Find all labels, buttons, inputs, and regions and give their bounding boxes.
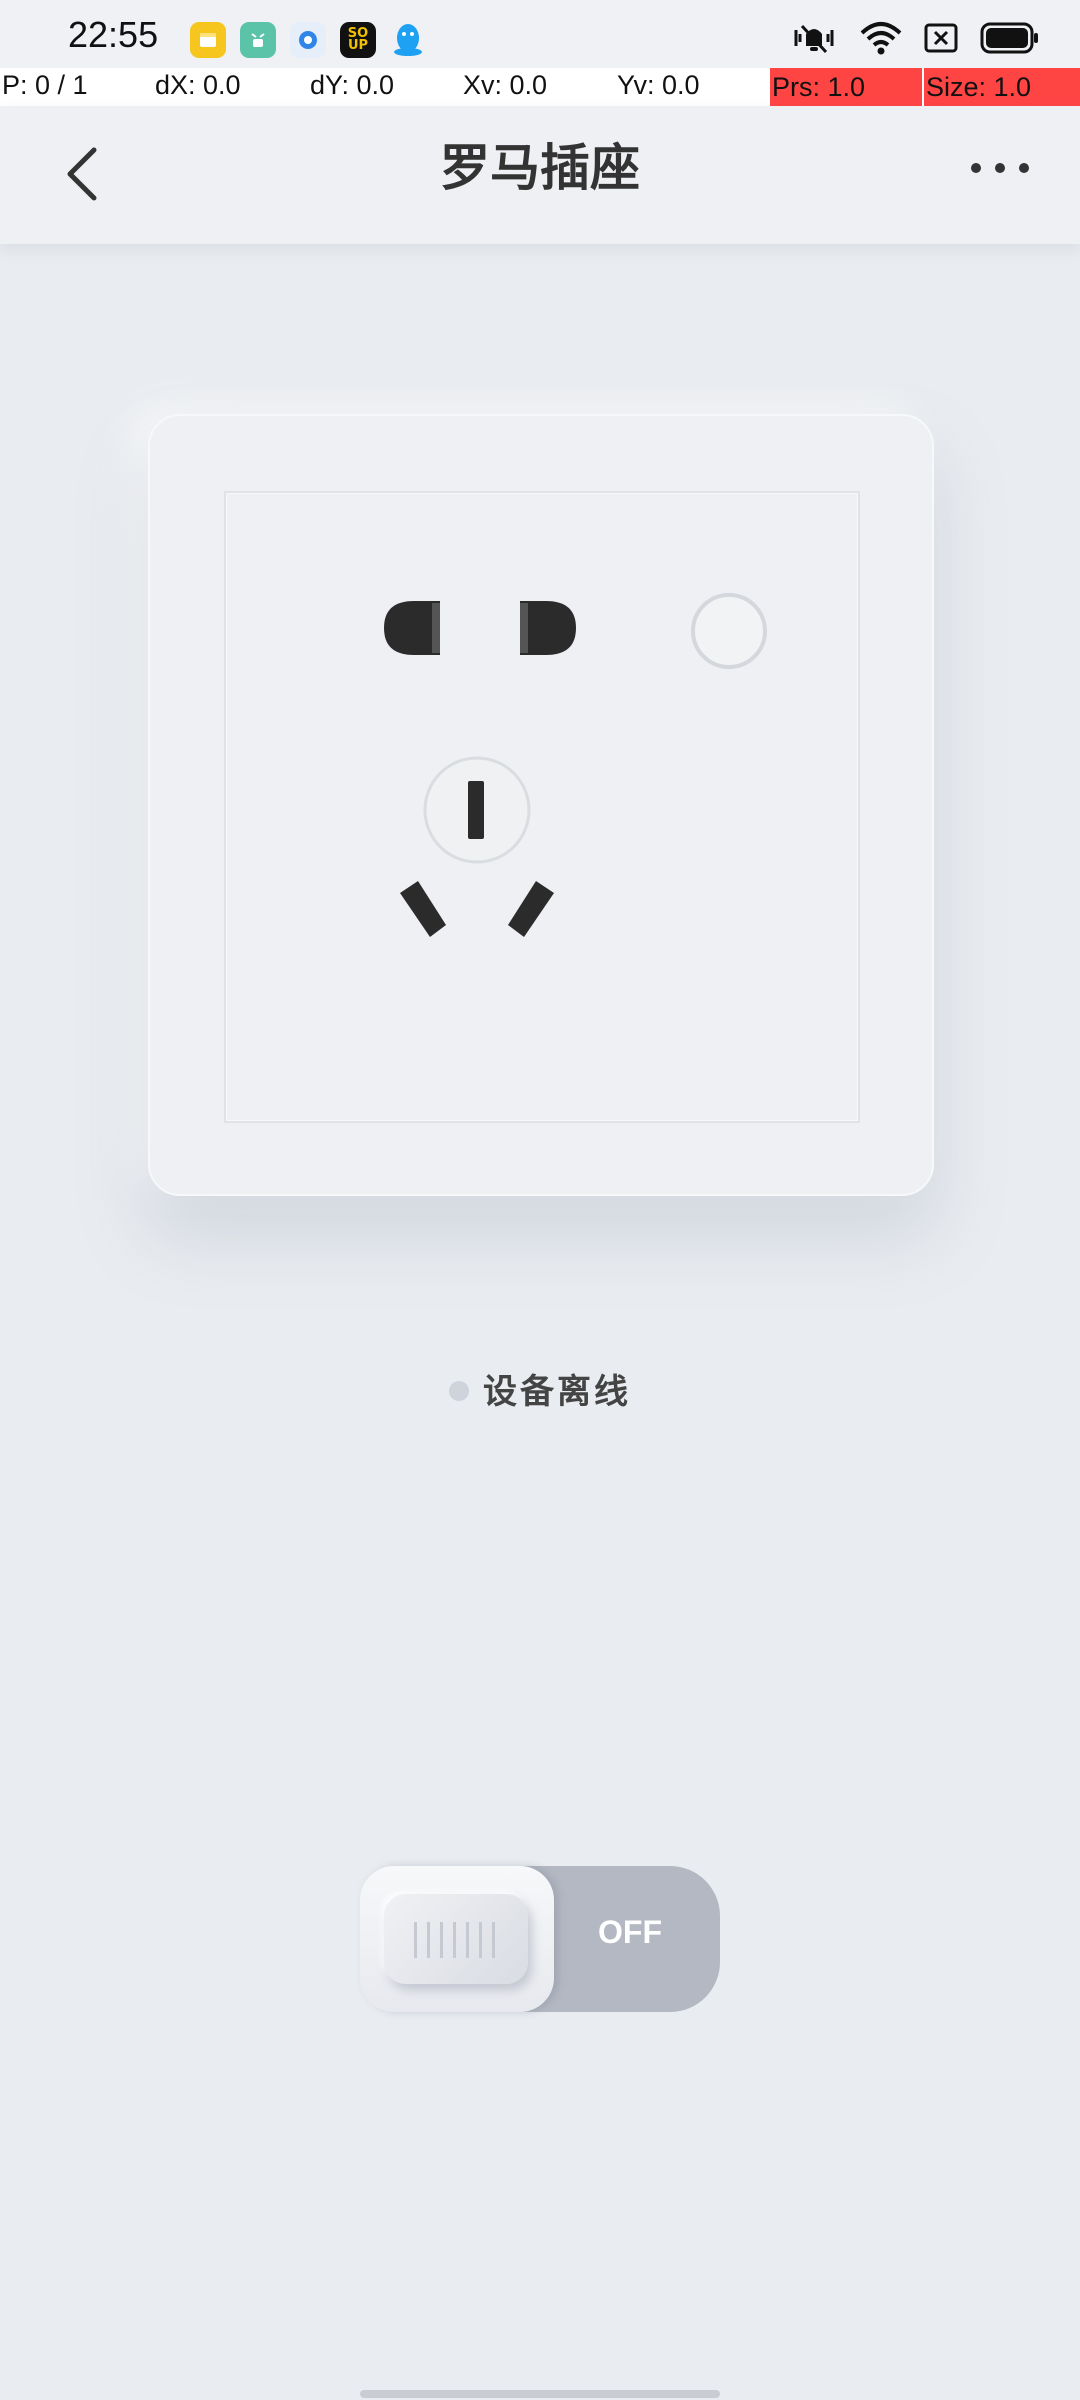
files-icon [190,22,226,58]
notification-app-icons: SO UP [190,22,426,58]
three-pin-outlet [400,756,554,937]
home-indicator[interactable] [360,2390,720,2398]
app-header: 罗马插座 [0,106,1080,244]
battery-icon [980,22,1040,58]
debug-pressure: Prs: 1.0 [770,68,922,106]
qq-penguin-icon [390,22,426,58]
toggle-state-label: OFF [598,1914,662,1950]
pointer-debug-overlay: P: 0 / 1 dX: 0.0 dY: 0.0 Xv: 0.0 Yv: 0.0… [0,68,1080,106]
debug-dy: dY: 0.0 [310,70,395,100]
status-time: 22:55 [68,14,159,55]
device-status-text: 设备离线 [483,1372,631,1412]
vibrate-mute-icon [790,20,838,60]
more-horizontal-icon [971,163,1029,173]
page-title: 罗马插座 [440,139,640,197]
power-toggle[interactable]: OFF [360,1866,720,2012]
debug-pointer: P: 0 / 1 [2,70,88,100]
indicator-light [691,593,767,669]
debug-xv: Xv: 0.0 [463,70,548,100]
toggle-knob[interactable] [360,1866,554,2012]
two-pin-outlet [384,601,576,655]
sim-x-icon [924,22,958,58]
grip-lines-icon [414,1922,495,1958]
socket-illustration [384,593,767,937]
device-status: 设备离线 [0,1364,1080,1413]
debug-dx: dX: 0.0 [155,70,241,100]
soul-app-icon: SO UP [340,22,376,58]
status-dot [449,1380,469,1401]
robot-icon [240,22,276,58]
circle-app-icon [290,22,326,58]
more-button[interactable] [960,136,1040,196]
debug-size: Size: 1.0 [924,68,1080,106]
system-icons [790,20,1040,60]
debug-yv: Yv: 0.0 [617,70,700,100]
status-bar: 22:55 SO UP [0,0,1080,78]
wifi-icon [860,21,902,59]
toggle-grip [384,1894,528,1984]
